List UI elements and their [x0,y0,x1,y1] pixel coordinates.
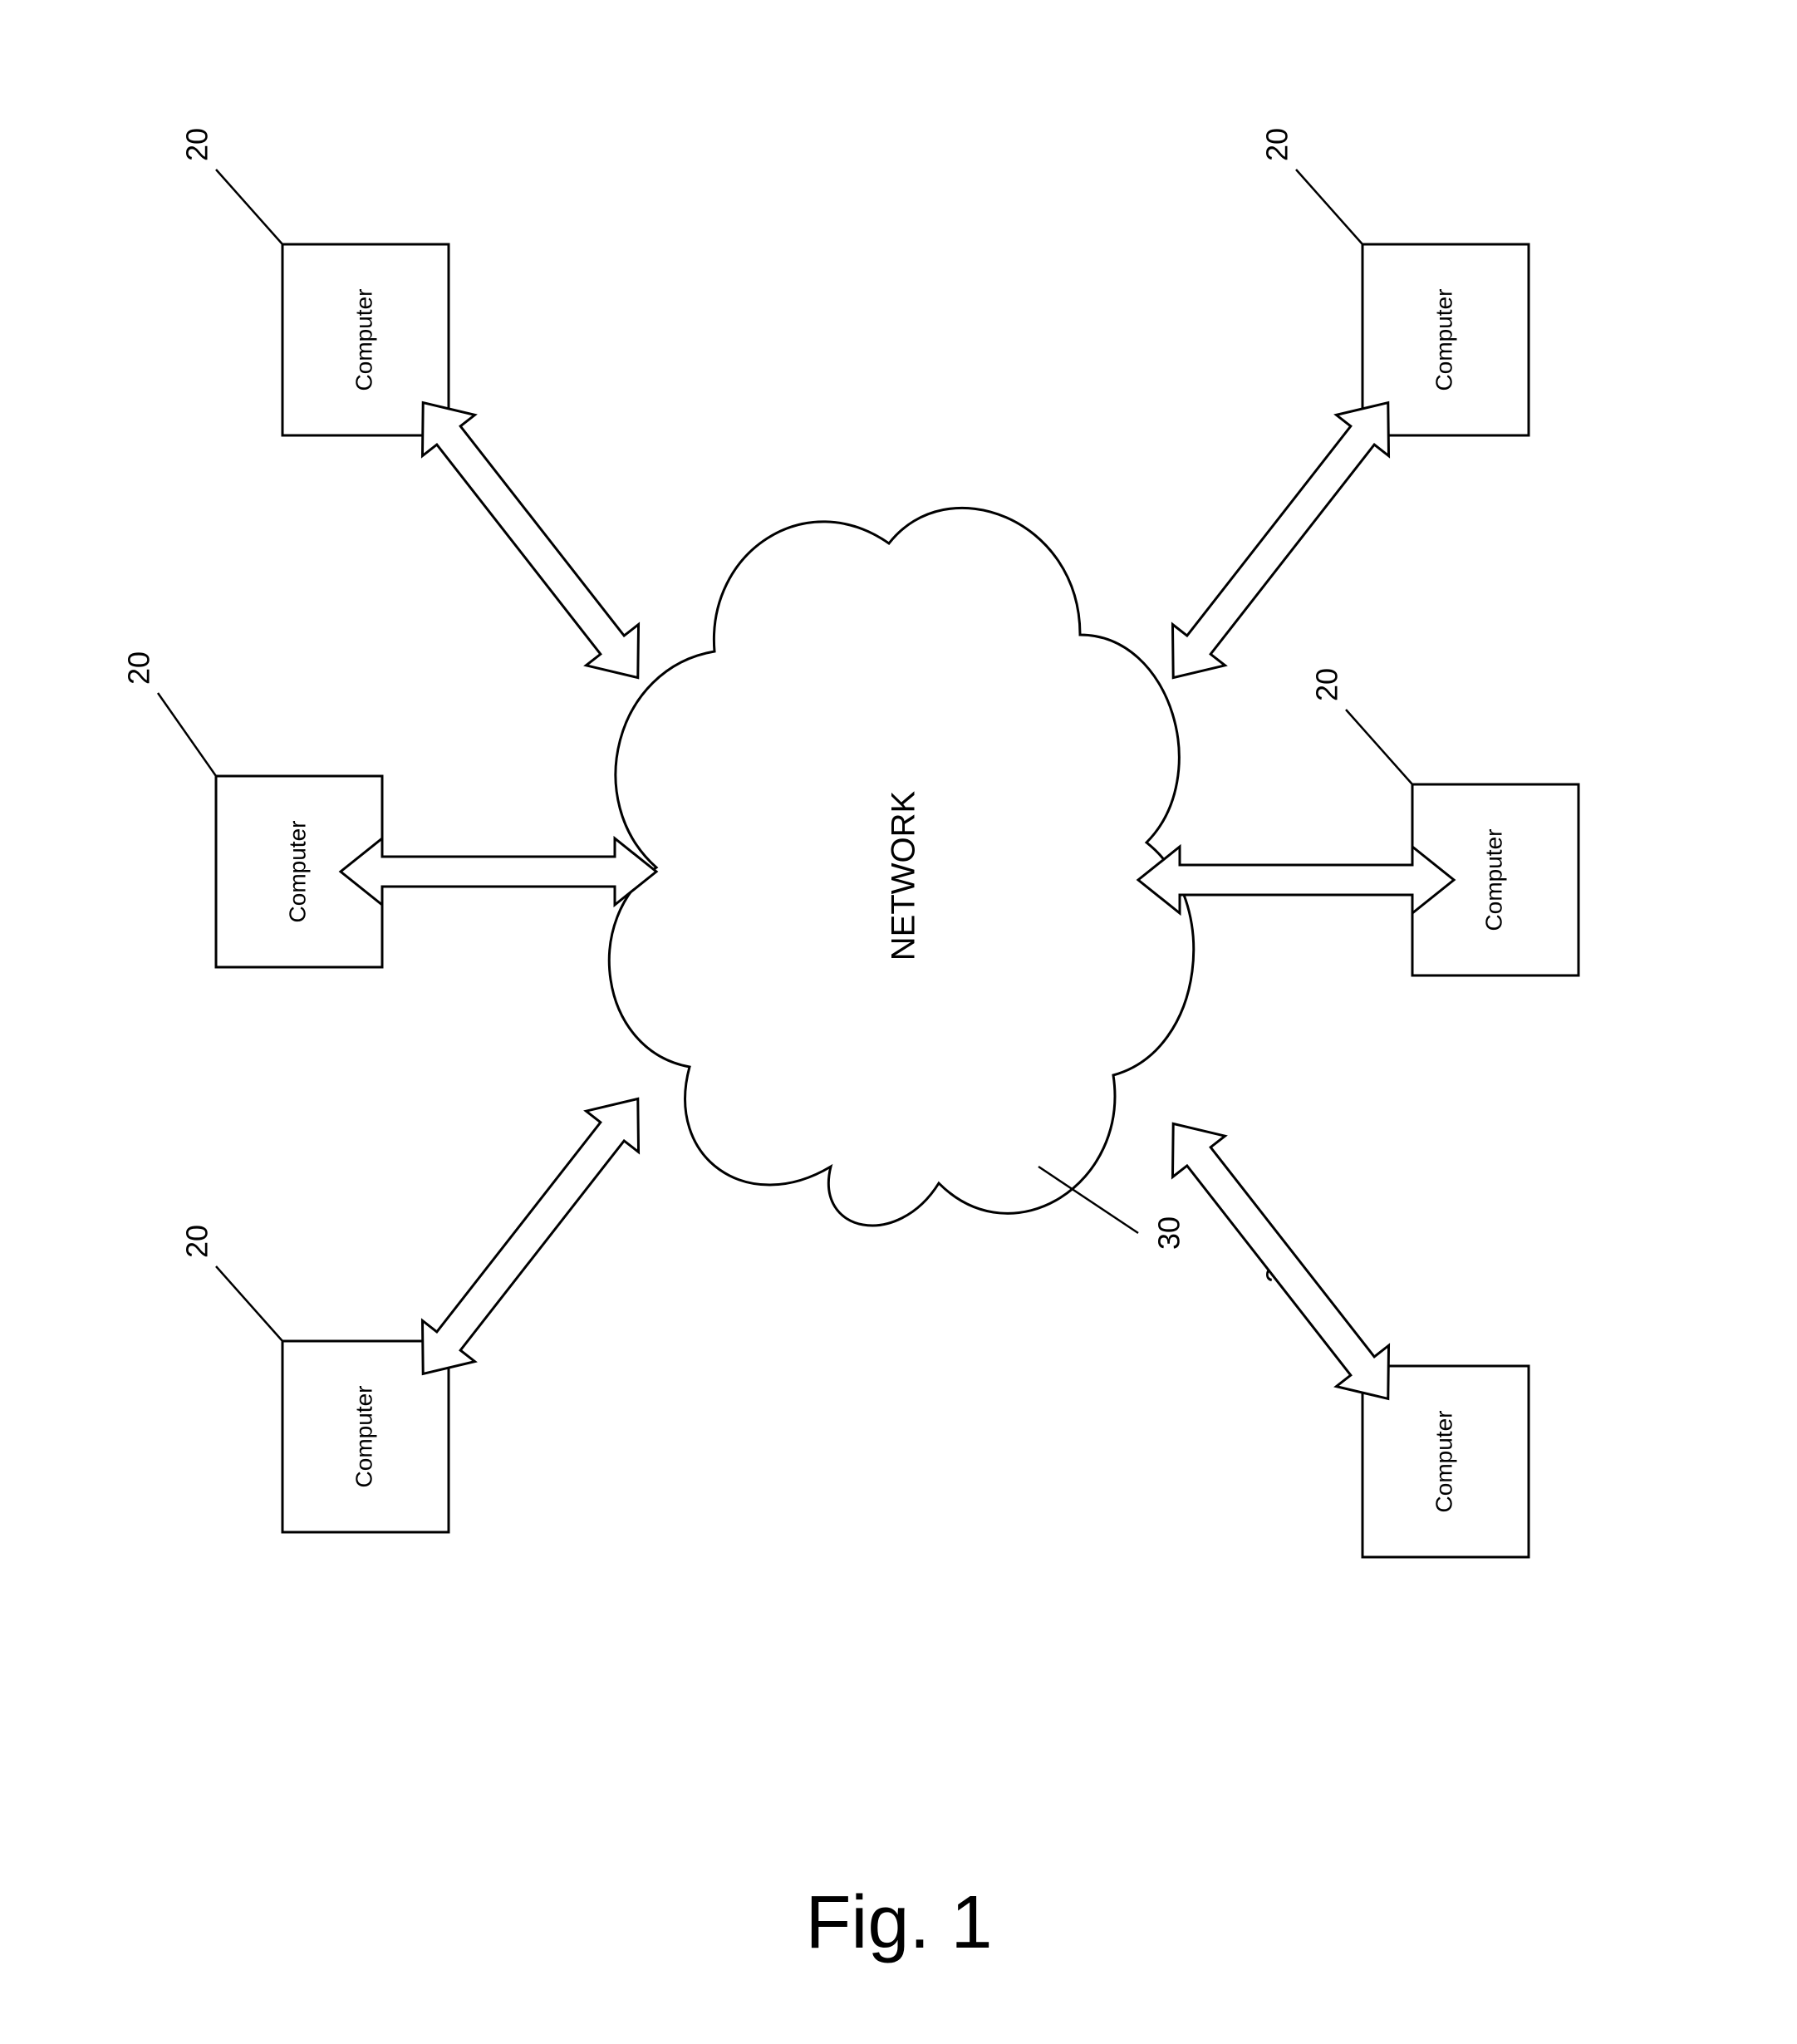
computer-top-center-label: Computer [284,821,310,923]
computer-bottom-left-label: Computer [1431,1411,1456,1513]
computer-bottom-center-label: Computer [1480,829,1506,931]
computer-top-right: Computer 20 [180,128,449,435]
leader-top-center [158,693,216,776]
network-diagram: Fig. 1 NETWORK 30 Computer 20 Computer 2… [0,0,1797,2044]
network-label: NETWORK [886,790,922,961]
arrow-top-left [397,1079,665,1394]
computer-top-left-label: Computer [351,1386,376,1488]
ref-bottom-center: 20 [1310,668,1344,701]
computer-bottom-right: Computer 20 [1260,128,1529,435]
arrow-top-right [397,382,665,698]
figure-caption: Fig. 1 [805,1881,992,1964]
arrow-top-center [341,838,656,905]
computer-top-left: Computer 20 [180,1225,449,1532]
arrow-bottom-left [1147,1103,1415,1419]
ref-top-right: 20 [180,128,214,161]
leader-bottom-center [1346,710,1412,784]
leader-bottom-right [1296,170,1362,244]
leader-top-right [216,170,282,244]
ref-bottom-right: 20 [1260,128,1294,161]
computer-top-right-label: Computer [351,289,376,391]
arrow-bottom-right [1147,382,1415,698]
leader-top-left [216,1266,282,1341]
computer-bottom-right-label: Computer [1431,289,1456,391]
ref-cloud: 30 [1152,1216,1186,1250]
ref-top-center: 20 [122,651,156,685]
computer-bottom-center: Computer 20 [1310,668,1579,975]
computer-top-center: Computer 20 [122,651,382,967]
ref-top-left: 20 [180,1225,214,1258]
